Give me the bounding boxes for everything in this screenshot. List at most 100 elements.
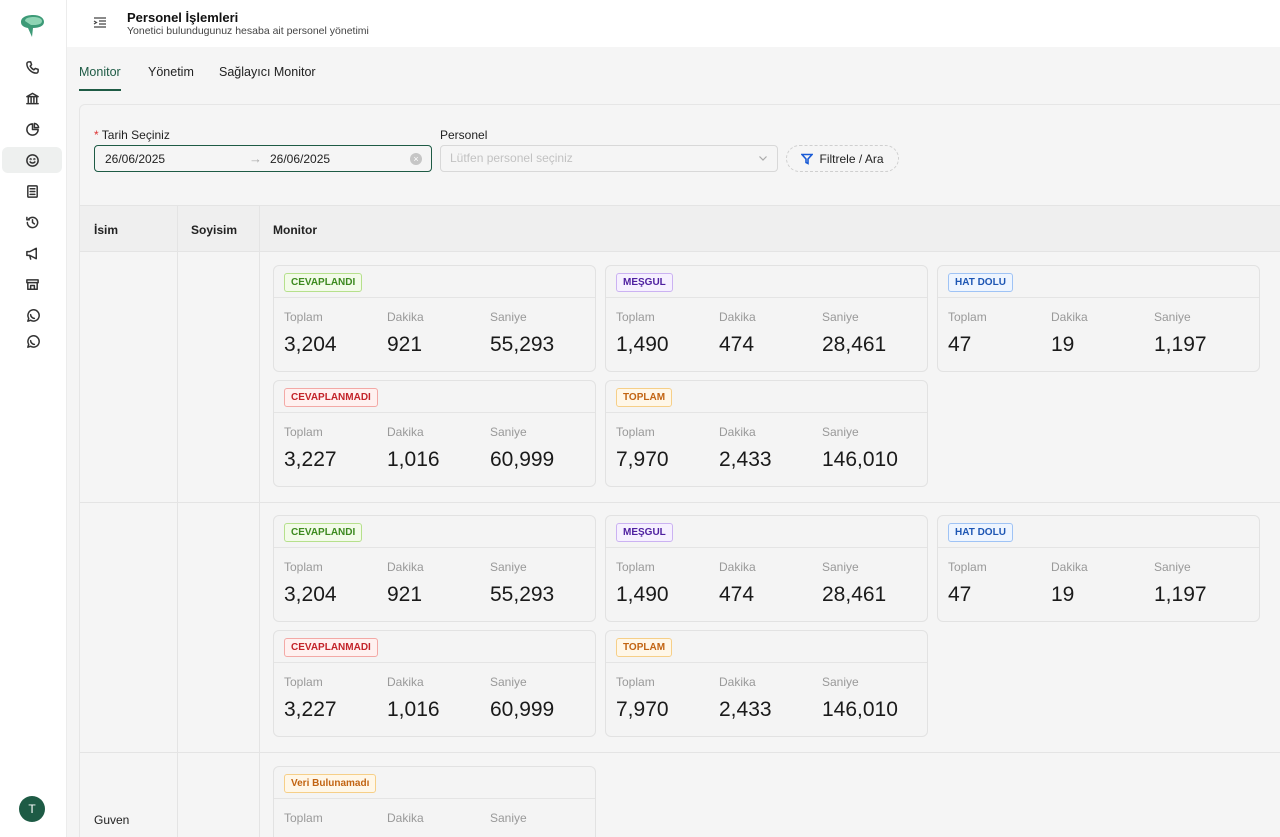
stat-label-total: Toplam — [284, 560, 323, 574]
brand-logo[interactable] — [18, 14, 46, 40]
stat-value-total: 3,204 — [284, 583, 337, 606]
pie-chart-icon — [25, 122, 39, 136]
stat-value-minutes: 1,016 — [387, 448, 440, 471]
stat-label-seconds: Saniye — [490, 560, 527, 574]
nav-calls[interactable] — [2, 54, 62, 80]
stat-label-minutes: Dakika — [387, 675, 424, 689]
nav-history[interactable] — [2, 209, 62, 235]
stat-card-header: TOPLAM — [606, 631, 927, 663]
page-title: Personel İşlemleri — [127, 10, 239, 25]
stat-card-header: CEVAPLANMADI — [274, 381, 595, 413]
stat-value-seconds: 146,010 — [822, 698, 898, 721]
nav-documents[interactable] — [2, 178, 62, 204]
page-subtitle: Yonetici bulundugunuz hesaba ait persone… — [127, 25, 369, 37]
stat-label-minutes: Dakika — [1051, 560, 1088, 574]
stat-card: TOPLAM Toplam 7,970 Dakika 2,433 Saniye 146,01… — [605, 380, 928, 487]
stat-card-header: HAT DOLU — [938, 516, 1259, 548]
nav-whatsapp-2[interactable] — [2, 329, 62, 355]
nav-bank[interactable] — [2, 85, 62, 111]
stat-label-total: Toplam — [616, 560, 655, 574]
status-badge: HAT DOLU — [948, 523, 1013, 542]
menu-fold-icon[interactable] — [93, 16, 107, 30]
stat-card: HAT DOLU Toplam 47 Dakika 19 Saniye 1,197 — [937, 265, 1260, 372]
filter-icon — [801, 153, 814, 165]
nav-store[interactable] — [2, 271, 62, 297]
stat-value-seconds: 28,461 — [822, 333, 887, 356]
stat-label-total: Toplam — [616, 675, 655, 689]
stat-value-minutes: 921 — [387, 583, 423, 606]
tab-monitor[interactable]: Monitor — [79, 65, 121, 79]
stat-label-minutes: Dakika — [719, 675, 756, 689]
phone-icon — [25, 60, 39, 74]
stat-label-minutes: Dakika — [387, 310, 424, 324]
clear-icon[interactable]: × — [410, 153, 422, 165]
column-surname: Soyisim — [191, 223, 238, 237]
stat-label-total: Toplam — [284, 310, 323, 324]
stat-label-total: Toplam — [284, 811, 323, 825]
stat-value-seconds: 55,293 — [490, 333, 555, 356]
filter-search-label: Filtrele / Ara — [819, 151, 884, 166]
sidebar: T — [0, 0, 67, 837]
page-header: Personel İşlemleri Yonetici bulundugunuz… — [67, 0, 1280, 47]
stat-label-minutes: Dakika — [387, 560, 424, 574]
stat-card: CEVAPLANDI Toplam 3,204 Dakika 921 Saniye 55,2… — [273, 515, 596, 622]
stat-label-total: Toplam — [948, 310, 987, 324]
personnel-select[interactable] — [440, 145, 778, 172]
column-monitor: Monitor — [273, 223, 317, 237]
store-icon — [25, 278, 39, 290]
stat-label-total: Toplam — [948, 560, 987, 574]
stat-label-minutes: Dakika — [719, 560, 756, 574]
stat-value-minutes: 1,016 — [387, 698, 440, 721]
date-range-picker[interactable]: 26/06/2025 → 26/06/2025 × — [94, 145, 432, 172]
bank-icon — [25, 92, 39, 104]
stat-label-total: Toplam — [284, 425, 323, 439]
user-avatar[interactable]: T — [19, 796, 45, 822]
stat-label-minutes: Dakika — [1051, 310, 1088, 324]
stat-value-seconds: 28,461 — [822, 583, 887, 606]
nav-announcements[interactable] — [2, 240, 62, 266]
whatsapp-icon — [26, 334, 40, 348]
personnel-name: Guven — [94, 813, 130, 827]
row-divider — [80, 502, 1280, 503]
date-end-input[interactable]: 26/06/2025 — [270, 152, 330, 166]
stat-card-header: CEVAPLANDI — [274, 266, 595, 298]
status-badge: MEŞGUL — [616, 523, 673, 542]
stat-card: CEVAPLANMADI Toplam 3,227 Dakika 1,016 Saniye… — [273, 380, 596, 487]
megaphone-icon — [25, 247, 37, 260]
stat-label-seconds: Saniye — [822, 310, 859, 324]
stat-value-total: 1,490 — [616, 583, 669, 606]
personnel-select-input[interactable] — [450, 151, 740, 165]
stat-card: Veri Bulunamadı Toplam Dakika Saniye — [273, 766, 596, 837]
chevron-down-icon — [759, 156, 767, 161]
stat-value-seconds: 1,197 — [1154, 333, 1207, 356]
stat-value-total: 47 — [948, 333, 972, 356]
tab-provider-monitor[interactable]: Sağlayıcı Monitor — [219, 65, 316, 79]
stat-card: MEŞGUL Toplam 1,490 Dakika 474 Saniye 28,461 — [605, 515, 928, 622]
row-divider — [80, 752, 1280, 753]
date-start-input[interactable]: 26/06/2025 — [105, 152, 165, 166]
active-tab-indicator — [79, 89, 121, 91]
date-filter-label: * Tarih Seçiniz — [94, 128, 170, 142]
column-name: İsim — [94, 223, 119, 237]
clock-history-icon — [25, 216, 38, 228]
stat-value-total: 47 — [948, 583, 972, 606]
filter-search-button[interactable]: Filtrele / Ara — [786, 145, 899, 172]
smile-icon — [25, 153, 39, 167]
stat-value-minutes: 921 — [387, 333, 423, 356]
nav-whatsapp-1[interactable] — [2, 303, 62, 329]
nav-reports[interactable] — [2, 116, 62, 142]
stat-card-header: CEVAPLANMADI — [274, 631, 595, 663]
stat-value-minutes: 474 — [719, 583, 755, 606]
nav-personnel[interactable] — [2, 147, 62, 173]
stat-label-seconds: Saniye — [490, 811, 527, 825]
stat-value-total: 3,227 — [284, 448, 337, 471]
stat-label-seconds: Saniye — [1154, 560, 1191, 574]
stat-card-header: MEŞGUL — [606, 516, 927, 548]
tab-management[interactable]: Yönetim — [148, 65, 194, 79]
status-badge: CEVAPLANDI — [284, 523, 363, 542]
status-badge: CEVAPLANMADI — [284, 638, 378, 657]
stat-value-total: 7,970 — [616, 698, 669, 721]
stat-card: CEVAPLANDI Toplam 3,204 Dakika 921 Saniye 55,2… — [273, 265, 596, 372]
status-badge: CEVAPLANMADI — [284, 388, 378, 407]
stat-card-header: MEŞGUL — [606, 266, 927, 298]
